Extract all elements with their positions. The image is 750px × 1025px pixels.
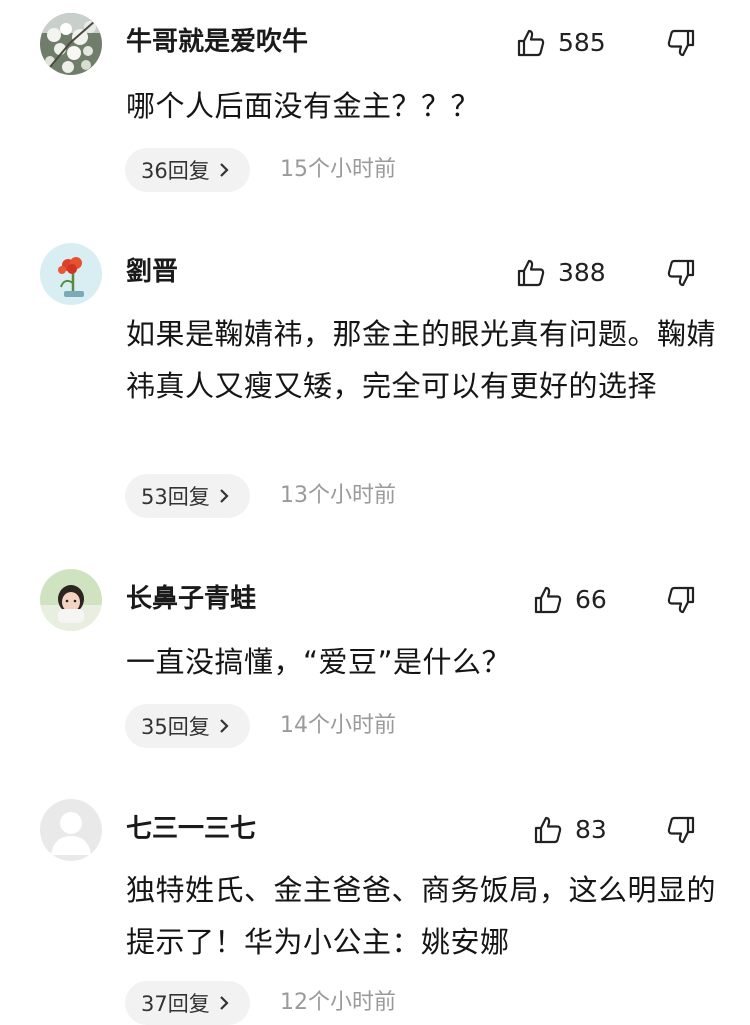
- like-count: 83: [575, 815, 607, 844]
- username[interactable]: 七三一三七: [126, 814, 256, 844]
- user-avatar[interactable]: [40, 799, 102, 861]
- like-button[interactable]: 83: [533, 812, 607, 848]
- reply-count: 37回复: [141, 992, 210, 1016]
- comment-text: 独特姓氏、金主爸爸、商务饭局，这么明显的提示了！华为小公主：姚安娜: [126, 873, 717, 959]
- thumbs-down-icon[interactable]: [666, 815, 696, 845]
- comment-list: 牛哥就是爱吹牛 585 哪个人后面没有金主？？？ 36回复 15个小时前 劉晋 …: [0, 0, 750, 1025]
- thumbs-up-icon[interactable]: [533, 815, 563, 845]
- comment-item: 七三一三七 83 独特姓氏、金主爸爸、商务饭局，这么明显的提示了！华为小公主：姚…: [0, 0, 750, 1025]
- chevron-right-icon: [218, 995, 230, 1011]
- comment-time: 12个小时前: [280, 990, 396, 1015]
- reply-button[interactable]: 37回复: [125, 981, 250, 1025]
